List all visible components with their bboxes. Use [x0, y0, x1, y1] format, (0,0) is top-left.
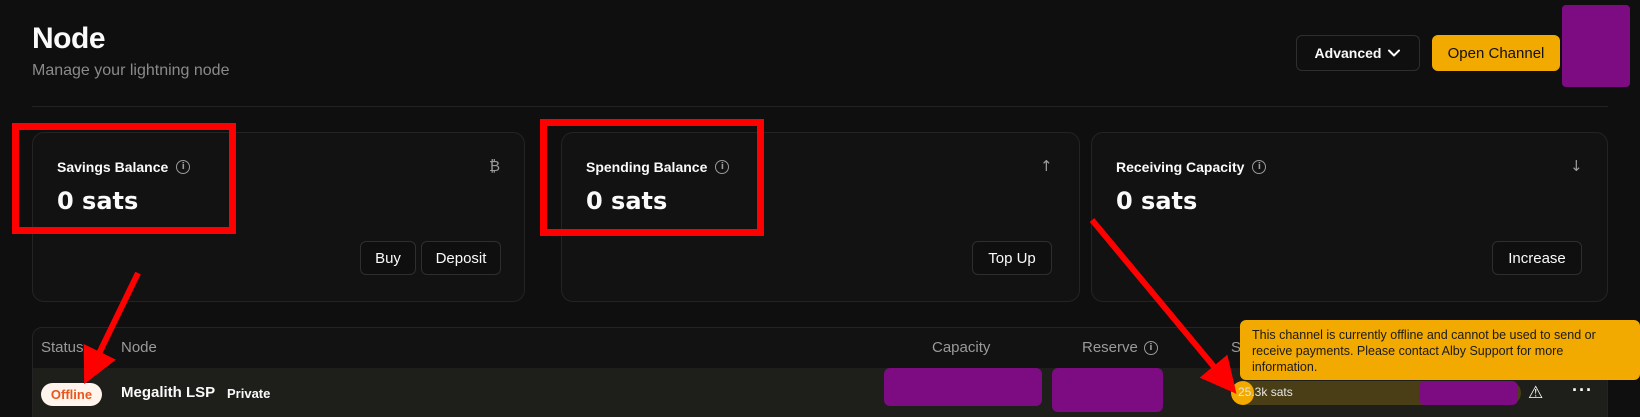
annotation-arrows	[83, 218, 1237, 394]
arrow-to-offline-status	[83, 271, 141, 385]
arrow-to-spending-bar	[1089, 218, 1237, 394]
